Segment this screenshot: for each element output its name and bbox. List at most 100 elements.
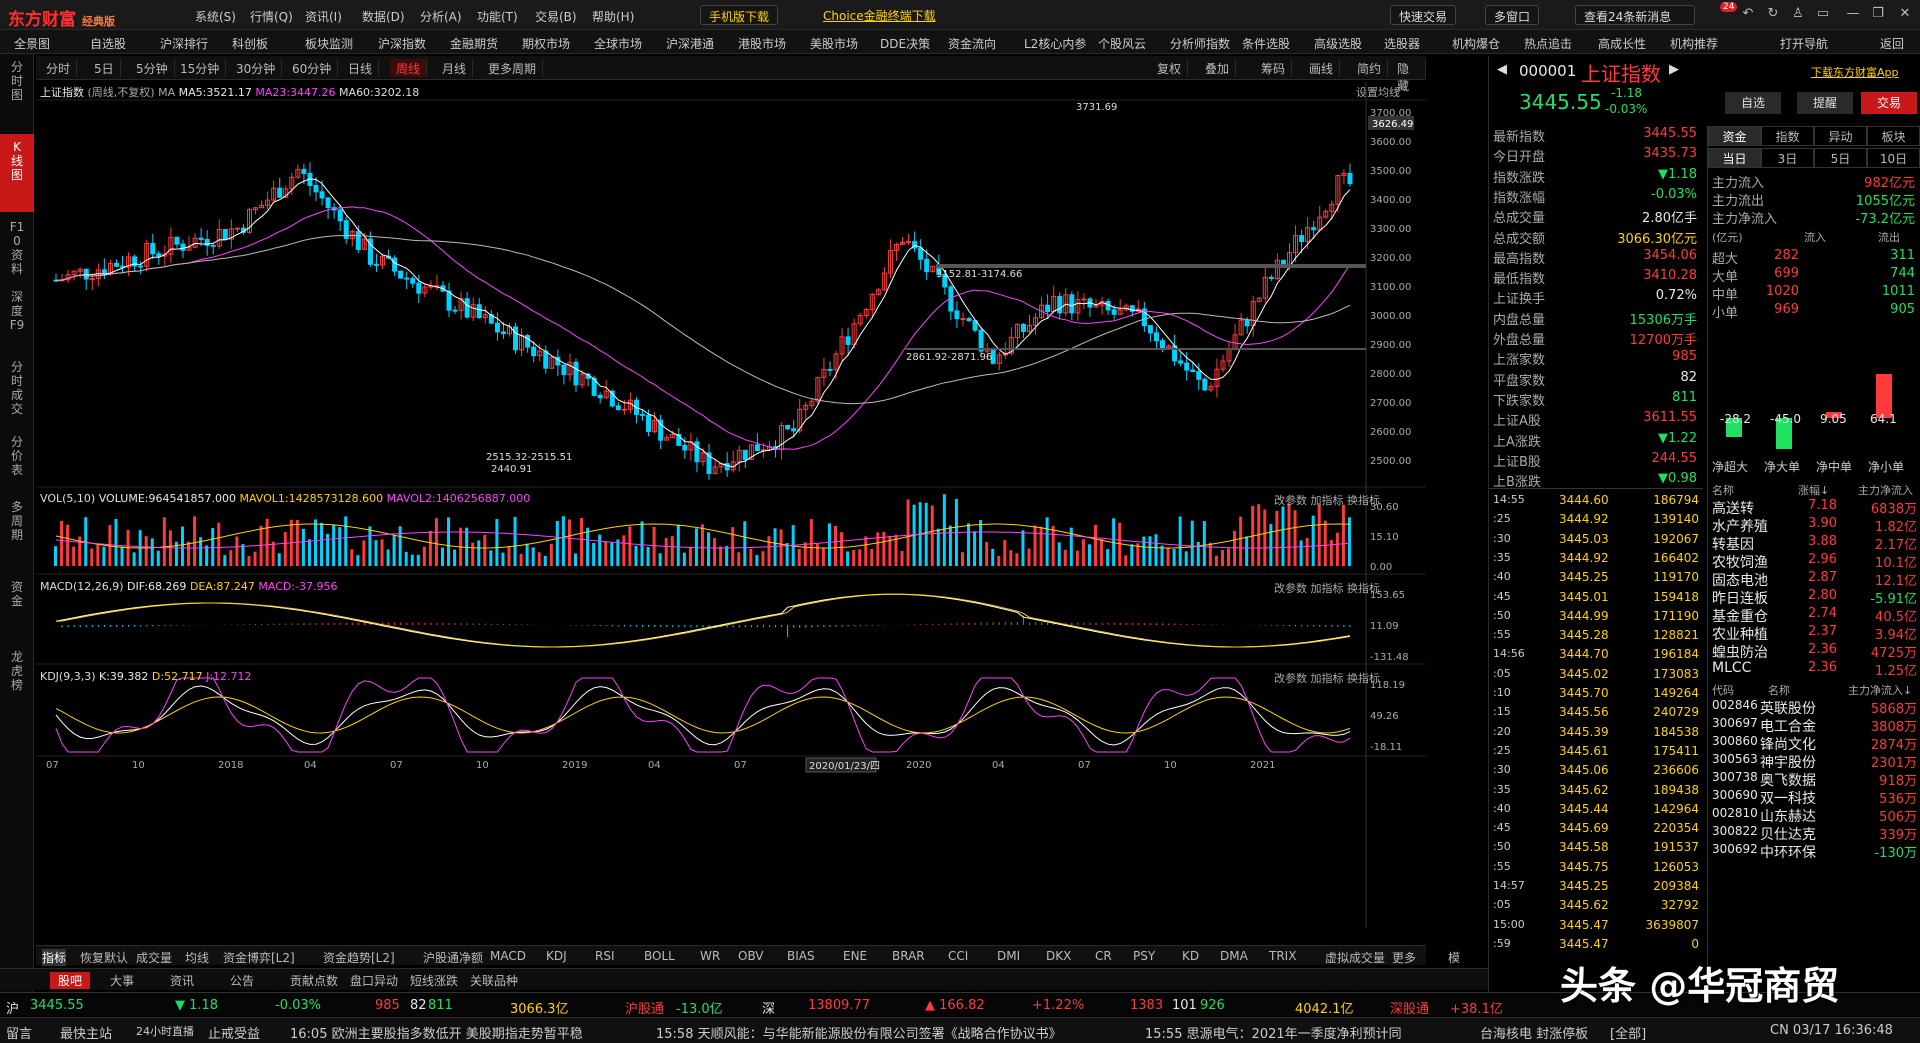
- menu-system[interactable]: 系统(S): [195, 8, 236, 25]
- refresh-icon[interactable]: ↻: [1765, 6, 1781, 22]
- bottom-tab[interactable]: 盘口异动: [350, 972, 398, 989]
- ticker-item[interactable]: 16:05 欧洲主要股指多数低开 美股期指走势暂平稳: [290, 1023, 583, 1042]
- period-tab[interactable]: 周线: [390, 59, 428, 77]
- indicator-tab[interactable]: DMA: [1220, 949, 1248, 963]
- bottom-tab[interactable]: 资讯: [170, 972, 194, 989]
- menu-data[interactable]: 数据(D): [362, 8, 405, 25]
- skin-icon[interactable]: ▭: [1815, 6, 1831, 22]
- indicator-tab[interactable]: KD: [1182, 949, 1199, 963]
- menu-trade[interactable]: 交易(B): [535, 8, 577, 25]
- leftbar-tab[interactable]: 分时图: [0, 54, 34, 132]
- leftbar-tab[interactable]: 龙虎榜: [0, 644, 34, 744]
- period-tab[interactable]: 月线: [436, 59, 474, 77]
- watchlist-button[interactable]: 自选: [1725, 92, 1781, 114]
- minimize-icon[interactable]: —: [1845, 6, 1861, 22]
- chart-tool-button[interactable]: 隐藏: [1391, 59, 1426, 93]
- flow-period-tab[interactable]: 当日: [1708, 148, 1761, 168]
- nav-item[interactable]: 沪深排行: [160, 35, 208, 52]
- menu-quote[interactable]: 行情(Q): [250, 8, 293, 25]
- nav-item[interactable]: 沪深指数: [378, 35, 426, 52]
- alert-button[interactable]: 提醒: [1797, 92, 1853, 114]
- fast-site-button[interactable]: 最快主站: [60, 1023, 112, 1042]
- nav-item[interactable]: 高级选股: [1314, 35, 1362, 52]
- nav-item[interactable]: 全景图: [14, 35, 50, 52]
- leftbar-tab[interactable]: 分价表: [0, 429, 34, 492]
- leftbar-tab[interactable]: 深度F9: [0, 284, 34, 352]
- indicator-tab[interactable]: 资金趋势[L2]: [323, 949, 395, 966]
- stock-code[interactable]: 002846: [1712, 698, 1758, 712]
- nav-item[interactable]: 美股市场: [810, 35, 858, 52]
- stock-code[interactable]: 300697: [1712, 716, 1758, 730]
- chart-tool-button[interactable]: 筹码: [1255, 59, 1293, 77]
- menu-analysis[interactable]: 分析(A): [420, 8, 462, 25]
- sector-name[interactable]: 固态电池: [1712, 570, 1768, 590]
- nav-item[interactable]: 科创板: [232, 35, 268, 52]
- ticker-item[interactable]: 止戒受益: [208, 1023, 260, 1042]
- period-tab[interactable]: 5日: [88, 59, 121, 77]
- stock-name[interactable]: 奥飞数据: [1760, 770, 1816, 790]
- ticker-alert[interactable]: 台海核电 封涨停板: [1480, 1023, 1588, 1042]
- sector-name[interactable]: 农业种植: [1712, 624, 1768, 644]
- indicator-tab[interactable]: 成交量: [136, 949, 172, 966]
- vol-panel-tools[interactable]: 改参数 加指标 换指标: [1274, 492, 1380, 508]
- ticker-item[interactable]: 15:58 天顺风能：与华能新能源股份有限公司签署《战略合作协议书》: [656, 1023, 1062, 1042]
- sector-name[interactable]: 农牧饲渔: [1712, 552, 1768, 572]
- nav-item[interactable]: 打开导航: [1780, 35, 1828, 52]
- bottom-tab[interactable]: 短线涨跌: [410, 972, 458, 989]
- flow-tab[interactable]: 异动: [1814, 126, 1867, 146]
- sector-name[interactable]: 基金重仓: [1712, 606, 1768, 626]
- flow-period-tab[interactable]: 10日: [1867, 148, 1920, 168]
- sector-name[interactable]: 水产养殖: [1712, 516, 1768, 536]
- quick-trade-button[interactable]: 快速交易: [1390, 5, 1457, 25]
- kline-chart-area[interactable]: 上证指数 (周线,不复权) MA MA5:3521.17 MA23:3447.2…: [36, 82, 1426, 928]
- indicator-tab[interactable]: TRIX: [1269, 949, 1296, 963]
- period-tab[interactable]: 5分钟: [130, 59, 175, 77]
- stock-name[interactable]: 中环环保: [1760, 842, 1816, 862]
- maximize-icon[interactable]: ❐: [1870, 6, 1886, 22]
- flow-period-tab[interactable]: 5日: [1814, 148, 1867, 168]
- nav-item[interactable]: 高成长性: [1598, 35, 1646, 52]
- trade-button[interactable]: 交易: [1861, 92, 1917, 114]
- prev-stock-icon[interactable]: ◀: [1497, 62, 1507, 77]
- ticker-item[interactable]: 15:55 思源电气：2021年一季度净利预计同: [1145, 1023, 1475, 1042]
- choice-download-link[interactable]: Choice金融终端下载: [815, 5, 944, 25]
- stock-name[interactable]: 神宇股份: [1760, 752, 1816, 772]
- indicator-tab[interactable]: 资金博弈[L2]: [223, 949, 295, 966]
- nav-item[interactable]: DDE决策: [880, 35, 930, 52]
- nav-item[interactable]: 金融期货: [450, 35, 498, 52]
- chart-tool-button[interactable]: 叠加: [1199, 59, 1237, 77]
- indicator-tab[interactable]: DKX: [1046, 949, 1071, 963]
- nav-item[interactable]: 资金流向: [948, 35, 996, 52]
- indicator-tab[interactable]: BRAR: [892, 949, 925, 963]
- sector-name[interactable]: 高送转: [1712, 498, 1754, 518]
- indicator-tab[interactable]: WR: [700, 949, 720, 963]
- stock-name[interactable]: 山东赫达: [1760, 806, 1816, 826]
- chart-tool-button[interactable]: 简约: [1351, 59, 1389, 77]
- stock-code[interactable]: 300822: [1712, 824, 1758, 838]
- stock-name[interactable]: 锋尚文化: [1760, 734, 1816, 754]
- menu-function[interactable]: 功能(T): [477, 8, 518, 25]
- nav-item[interactable]: 机构爆仓: [1452, 35, 1500, 52]
- nav-item[interactable]: 沪深港通: [666, 35, 714, 52]
- leftbar-tab[interactable]: 多周期: [0, 494, 34, 572]
- message-button[interactable]: 留言: [6, 1023, 32, 1042]
- indicator-tab[interactable]: CCI: [948, 949, 968, 963]
- menu-info[interactable]: 资讯(I): [305, 8, 342, 25]
- flow-period-tab[interactable]: 3日: [1761, 148, 1814, 168]
- chart-tool-button[interactable]: 复权: [1151, 59, 1189, 77]
- flow-tab[interactable]: 板块: [1867, 126, 1920, 146]
- sector-name[interactable]: 昨日连板: [1712, 588, 1768, 608]
- stock-code[interactable]: 300738: [1712, 770, 1758, 784]
- nav-item[interactable]: 机构推荐: [1670, 35, 1718, 52]
- shirt-icon[interactable]: ♙: [1790, 6, 1806, 22]
- stock-name[interactable]: 双一科技: [1760, 788, 1816, 808]
- stock-code[interactable]: 300692: [1712, 842, 1758, 856]
- sector-name[interactable]: 转基因: [1712, 534, 1754, 554]
- nav-item[interactable]: 返回: [1880, 35, 1904, 52]
- period-tab[interactable]: 30分钟: [230, 59, 283, 77]
- bottom-tab[interactable]: 贡献点数: [290, 972, 338, 989]
- stock-name[interactable]: 英联股份: [1760, 698, 1816, 718]
- stock-code[interactable]: 300563: [1712, 752, 1758, 766]
- indicator-tab[interactable]: BOLL: [644, 949, 675, 963]
- leftbar-tab[interactable]: F10资料: [0, 214, 34, 282]
